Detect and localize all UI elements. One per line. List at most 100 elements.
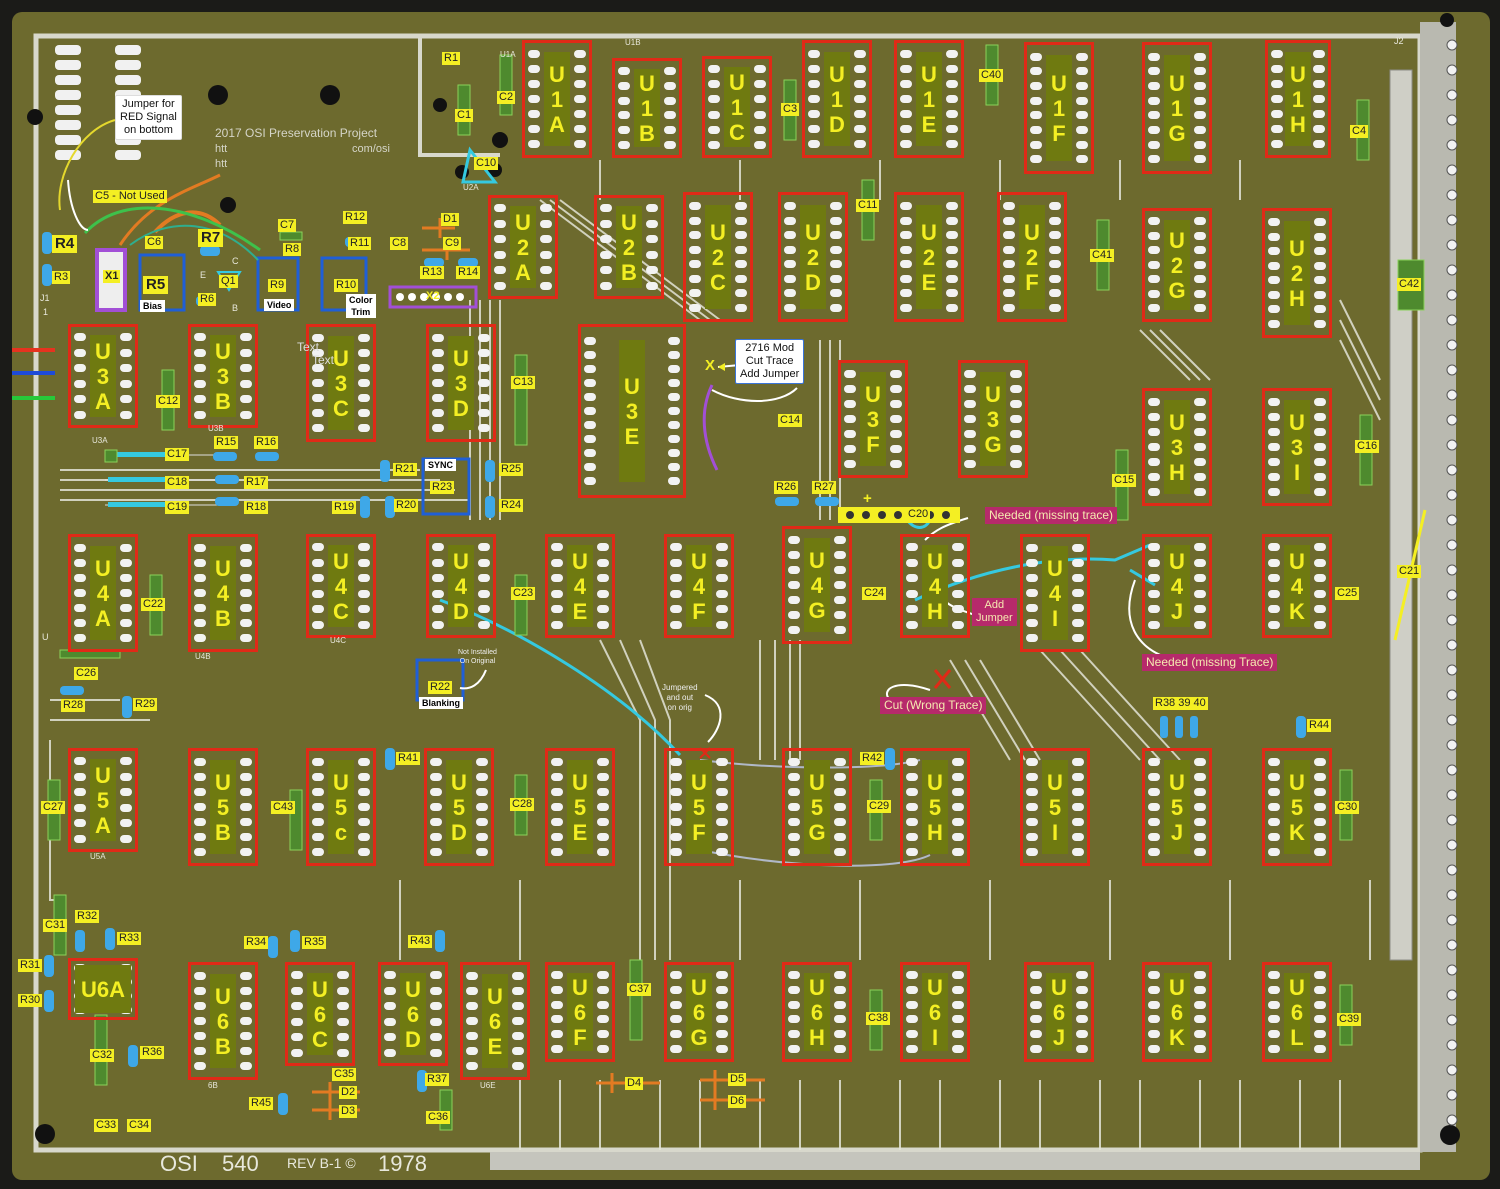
label-c23: C23 <box>511 587 536 600</box>
chip-pin <box>670 558 682 567</box>
chip-pin <box>194 332 206 341</box>
chip-label-char: 5 <box>810 794 824 820</box>
chip-label: U5A <box>90 758 116 842</box>
chip-pin <box>900 289 912 298</box>
label-r28: R28 <box>61 699 86 712</box>
chip-pin <box>784 289 796 298</box>
chip-pin <box>466 1017 478 1025</box>
chip-pin-column <box>1148 970 1160 1054</box>
chip-pin <box>551 985 563 994</box>
chip-pin <box>1076 970 1088 979</box>
chip-pin <box>494 266 506 275</box>
chip-pin <box>574 125 586 134</box>
chip-pin <box>1076 1045 1088 1054</box>
chip-pin <box>830 274 842 283</box>
chip-pin <box>337 1017 349 1026</box>
chip-u1e: U1E <box>894 40 964 158</box>
chip-u6d: U6D <box>378 962 448 1066</box>
chip-pin <box>240 558 252 567</box>
chip-pin <box>240 411 252 420</box>
chip-pin <box>358 818 370 827</box>
chip-label-char: G <box>1168 277 1186 303</box>
chip-label-char: 3 <box>986 406 1000 432</box>
chip-label: U5H <box>922 759 948 855</box>
chip-pin <box>854 125 866 134</box>
chip-label: U4K <box>1284 544 1310 628</box>
chip-pin-column <box>432 333 444 433</box>
chip-pin <box>430 833 442 842</box>
chip-pin <box>1076 985 1088 994</box>
chip-pin <box>784 216 796 225</box>
chip-pin <box>646 266 658 275</box>
chip-pin <box>476 803 488 811</box>
chip-label-char: U <box>691 769 707 795</box>
chip-label-char: 6 <box>216 1008 230 1034</box>
chip-pin <box>551 970 563 979</box>
chip-pin <box>854 49 866 58</box>
chip-label-char: U <box>809 547 825 573</box>
chip-pin <box>478 558 490 567</box>
chip-pin <box>1030 985 1042 994</box>
chip-pin-column <box>1194 970 1206 1054</box>
chip-label-char: U <box>710 219 726 245</box>
label-c25: C25 <box>1335 587 1360 600</box>
chip-label-char: C <box>710 269 726 295</box>
chip-u1f: U1F <box>1024 42 1094 174</box>
chip-pin-column <box>900 202 912 312</box>
chip-pin <box>597 1030 609 1039</box>
chip-pin <box>946 289 958 298</box>
chip-pin <box>1268 558 1280 567</box>
chip-pin <box>890 399 902 408</box>
chip-pin <box>1194 155 1206 164</box>
chip-pin <box>952 542 964 551</box>
chip-pin <box>1148 155 1160 164</box>
chip-u5k: U5K <box>1262 748 1332 866</box>
chip-pin <box>1268 848 1280 857</box>
chip-pin <box>432 605 444 614</box>
chip-pin <box>788 818 800 827</box>
chip-pin <box>358 605 370 614</box>
chip-pin <box>240 1032 252 1041</box>
chip-pin <box>1268 970 1280 979</box>
chip-pin <box>597 621 609 630</box>
chip-pin <box>540 282 552 291</box>
chip-pin-column <box>834 535 846 635</box>
chip-pin <box>312 379 324 387</box>
chip-label-char: U <box>1051 70 1067 96</box>
chip-pin <box>74 589 86 597</box>
chip-pin-column <box>494 203 506 291</box>
chip-pin <box>1314 427 1326 436</box>
chip-pin <box>551 818 563 827</box>
chip-pin <box>312 542 324 551</box>
silk-u3b: U3B <box>208 424 224 433</box>
chip-label-char: 4 <box>928 573 942 599</box>
chip-pin <box>384 1017 396 1026</box>
chip-u5c: U5c <box>306 748 376 866</box>
chip-pin <box>584 462 596 471</box>
chip-label-char: U <box>927 974 943 1000</box>
chip-pin-column <box>384 970 396 1058</box>
chip-pin <box>808 64 820 73</box>
chip-label: U6G <box>686 972 712 1052</box>
chip-pin <box>1194 260 1206 269</box>
chip-pin <box>952 1000 964 1009</box>
chip-pin <box>358 833 370 842</box>
chip-label-char: U <box>405 976 421 1002</box>
silk-u4b: U4B <box>195 652 211 661</box>
chip-pin <box>906 803 918 811</box>
chip-pin <box>1076 111 1088 120</box>
chip-pin <box>844 384 856 393</box>
chip-pin <box>312 757 324 766</box>
label-r15: R15 <box>214 436 239 449</box>
chip-pin <box>668 393 680 402</box>
chip-label: U3H <box>1164 399 1190 495</box>
chip-pin <box>906 772 918 781</box>
chip-pin <box>194 619 206 628</box>
chip-pin <box>74 634 86 643</box>
chip-pin <box>384 1049 396 1058</box>
chip-pin <box>1314 319 1326 328</box>
chip-pin <box>1072 848 1084 857</box>
chip-label-char: c <box>334 819 348 845</box>
chip-pin <box>1026 833 1038 842</box>
chip-pin <box>597 542 609 551</box>
